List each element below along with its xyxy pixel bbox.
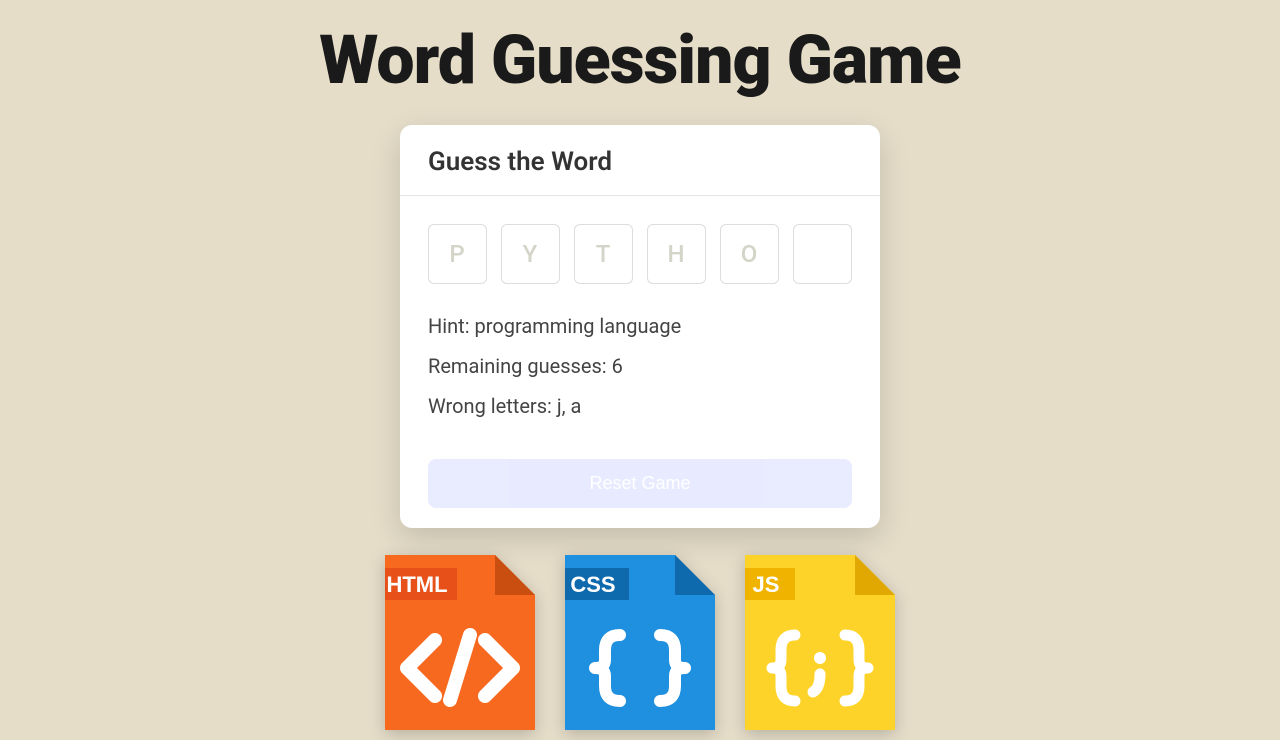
letter-box[interactable]: H [647, 224, 706, 284]
letter-box[interactable] [793, 224, 852, 284]
css-label: CSS [570, 572, 615, 597]
js-file-icon: JS [745, 540, 895, 730]
hint-label: Hint: [428, 314, 470, 338]
letter-box[interactable]: Y [501, 224, 560, 284]
wrong-value: j, a [557, 394, 582, 418]
letter-box[interactable]: O [720, 224, 779, 284]
letter-box[interactable]: P [428, 224, 487, 284]
html-file-icon: HTML [385, 540, 535, 730]
card-body: P Y T H O Hint: programming language Rem… [400, 196, 880, 444]
game-card: Guess the Word P Y T H O Hint: programmi… [400, 125, 880, 528]
html-label: HTML [386, 572, 447, 597]
wrong-line: Wrong letters: j, a [428, 394, 852, 418]
css-file-icon: CSS [565, 540, 715, 730]
remaining-value: 6 [612, 354, 623, 378]
js-label: JS [753, 572, 780, 597]
card-heading: Guess the Word [428, 147, 852, 177]
remaining-line: Remaining guesses: 6 [428, 354, 852, 378]
letter-box[interactable]: T [574, 224, 633, 284]
reset-button[interactable]: Reset Game [428, 459, 852, 508]
letters-row: P Y T H O [428, 224, 852, 284]
page-title: Word Guessing Game [0, 20, 1280, 100]
hint-line: Hint: programming language [428, 314, 852, 338]
file-icons-row: HTML CSS JS [385, 540, 895, 730]
wrong-label: Wrong letters: [428, 394, 552, 418]
hint-value: programming language [475, 314, 682, 338]
remaining-label: Remaining guesses: [428, 354, 607, 378]
card-header: Guess the Word [400, 125, 880, 196]
